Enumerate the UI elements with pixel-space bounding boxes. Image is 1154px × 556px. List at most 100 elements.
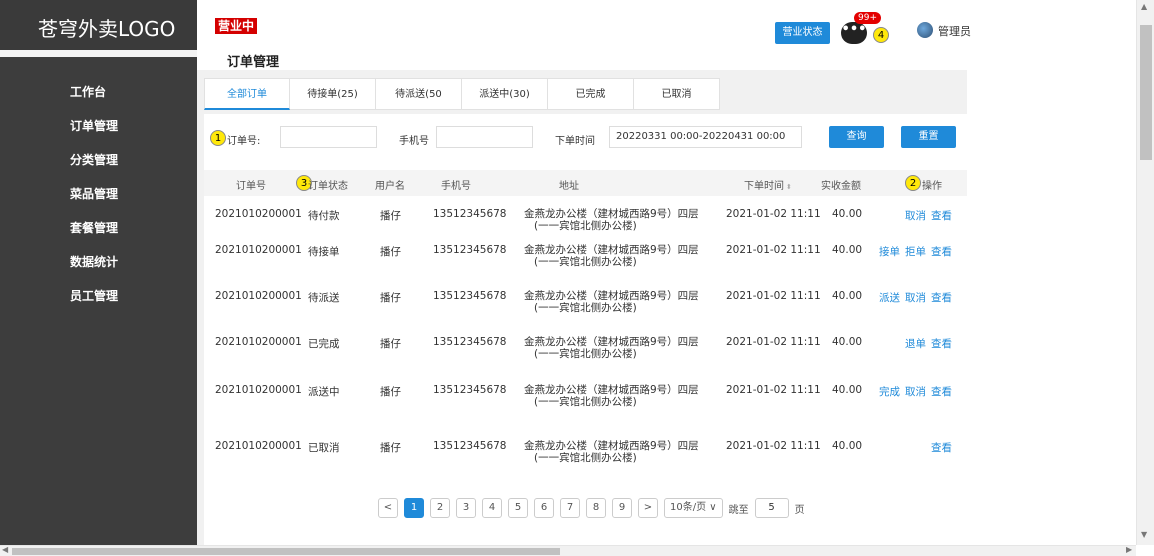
row-actions: 接单 拒单 查看 (852, 244, 952, 259)
view-link[interactable]: 查看 (931, 246, 952, 258)
search-button[interactable]: 查询 (829, 126, 884, 148)
business-status-button[interactable]: 营业状态 (775, 22, 830, 44)
reject-link[interactable]: 拒单 (905, 246, 926, 258)
page-title: 订单管理 (227, 55, 280, 70)
annotation-marker-1: 1 (210, 130, 226, 146)
header-order-time-label: 下单时间 (744, 181, 784, 192)
page-5-button[interactable]: 5 (508, 498, 528, 518)
view-link[interactable]: 查看 (931, 338, 952, 350)
scroll-down-icon[interactable]: ▼ (1141, 530, 1147, 539)
cancel-link[interactable]: 取消 (905, 210, 926, 222)
sidebar-item-setmeals[interactable]: 套餐管理 (0, 211, 197, 245)
scroll-left-icon[interactable]: ◀ (2, 545, 8, 554)
phone-cell: 13512345678 (433, 336, 507, 348)
order-time-range-input[interactable]: 20220331 00:00-20220431 00:00 (609, 126, 802, 148)
next-page-button[interactable]: > (638, 498, 658, 518)
header-username: 用户名 (375, 181, 405, 192)
prev-page-button[interactable]: < (378, 498, 398, 518)
phone-input[interactable] (436, 126, 533, 148)
address-line-1: 金燕龙办公楼（建材城西路9号）四层 (524, 336, 699, 348)
order-status-cell: 待付款 (308, 210, 340, 222)
jump-page-input[interactable]: 5 (754, 498, 789, 518)
tab-cancelled[interactable]: 已取消 (634, 78, 720, 110)
complete-link[interactable]: 完成 (879, 386, 900, 398)
sidebar-item-employees[interactable]: 员工管理 (0, 279, 197, 313)
order-status-cell: 待派送 (308, 292, 340, 304)
scroll-up-icon[interactable]: ▲ (1141, 2, 1147, 11)
address-cell: 金燕龙办公楼（建材城西路9号）四层 (一一宾馆北侧办公楼) (524, 440, 714, 464)
address-line-1: 金燕龙办公楼（建材城西路9号）四层 (524, 244, 699, 256)
scroll-right-icon[interactable]: ▶ (1126, 545, 1132, 554)
business-status-badge: 营业中 (215, 18, 258, 34)
pagination: < 1 2 3 4 5 6 7 8 9 > 10条/页 ∨ 跳至 5 页 (378, 498, 805, 518)
vertical-scrollbar[interactable]: ▲ ▼ (1136, 0, 1154, 545)
logo-divider (0, 50, 197, 57)
app-logo: 苍穹外卖LOGO (0, 0, 197, 50)
page-6-button[interactable]: 6 (534, 498, 554, 518)
reset-button[interactable]: 重置 (901, 126, 956, 148)
order-status-cell: 已取消 (308, 442, 340, 454)
address-cell: 金燕龙办公楼（建材城西路9号）四层 (一一宾馆北侧办公楼) (524, 384, 714, 408)
admin-username[interactable]: 管理员 (938, 23, 971, 39)
accept-link[interactable]: 接单 (879, 246, 900, 258)
horizontal-scroll-thumb[interactable] (12, 548, 560, 555)
cancel-link[interactable]: 取消 (905, 292, 926, 304)
row-actions: 派送 取消 查看 (852, 290, 952, 305)
horizontal-scrollbar[interactable]: ◀ ▶ (0, 545, 1136, 556)
page-size-select[interactable]: 10条/页 ∨ (664, 498, 723, 518)
dispatch-link[interactable]: 派送 (879, 292, 900, 304)
address-line-2: (一一宾馆北侧办公楼) (534, 302, 637, 314)
header-order-no: 订单号 (236, 181, 266, 192)
avatar[interactable] (917, 22, 933, 38)
sidebar-item-dashboard[interactable]: 工作台 (0, 75, 197, 109)
phone-cell: 13512345678 (433, 244, 507, 256)
tab-pending-delivery[interactable]: 待派送(50 (376, 78, 462, 110)
sidebar-item-dishes[interactable]: 菜品管理 (0, 177, 197, 211)
page-7-button[interactable]: 7 (560, 498, 580, 518)
tab-completed[interactable]: 已完成 (548, 78, 634, 110)
order-status-cell: 已完成 (308, 338, 340, 350)
order-time-cell: 2021-01-02 11:11 (726, 336, 821, 348)
main-content: 全部订单 待接单(25) 待派送(50 派送中(30) 已完成 已取消 1 订单… (197, 70, 967, 545)
order-no-input[interactable] (280, 126, 377, 148)
phone-cell: 13512345678 (433, 290, 507, 302)
message-icon[interactable]: ••• (841, 22, 867, 44)
page-8-button[interactable]: 8 (586, 498, 606, 518)
order-no-cell: 2021010200001 (215, 208, 302, 220)
header-order-status: 订单状态 (308, 181, 348, 192)
page-3-button[interactable]: 3 (456, 498, 476, 518)
address-cell: 金燕龙办公楼（建材城西路9号）四层 (一一宾馆北侧办公楼) (524, 244, 714, 268)
sidebar-item-statistics[interactable]: 数据统计 (0, 245, 197, 279)
cancel-link[interactable]: 取消 (905, 386, 926, 398)
header-order-time[interactable]: 下单时间 ⬍ (744, 177, 792, 192)
username-cell: 播仔 (380, 386, 401, 398)
sidebar-item-categories[interactable]: 分类管理 (0, 143, 197, 177)
page-2-button[interactable]: 2 (430, 498, 450, 518)
username-cell: 播仔 (380, 246, 401, 258)
address-line-2: (一一宾馆北侧办公楼) (534, 348, 637, 360)
view-link[interactable]: 查看 (931, 386, 952, 398)
vertical-scroll-thumb[interactable] (1140, 25, 1152, 160)
page-9-button[interactable]: 9 (612, 498, 632, 518)
address-line-2: (一一宾馆北侧办公楼) (534, 396, 637, 408)
order-time-cell: 2021-01-02 11:11 (726, 384, 821, 396)
row-actions: 完成 取消 查看 (852, 384, 952, 399)
view-link[interactable]: 查看 (931, 292, 952, 304)
sort-icon[interactable]: ⬍ (786, 183, 792, 191)
view-link[interactable]: 查看 (931, 210, 952, 222)
sidebar-item-orders[interactable]: 订单管理 (0, 109, 197, 143)
order-no-cell: 2021010200001 (215, 290, 302, 302)
tab-all-orders[interactable]: 全部订单 (204, 78, 290, 110)
view-link[interactable]: 查看 (931, 442, 952, 454)
header-actions: 操作 (922, 181, 942, 192)
table-header: 订单号 3 订单状态 用户名 手机号 地址 下单时间 ⬍ 实收金额 2 操作 (204, 170, 967, 196)
tab-delivering[interactable]: 派送中(30) (462, 78, 548, 110)
orders-panel: 1 订单号: 手机号 下单时间 20220331 00:00-20220431 … (204, 114, 967, 545)
page-1-button[interactable]: 1 (404, 498, 424, 518)
address-line-1: 金燕龙办公楼（建材城西路9号）四层 (524, 290, 699, 302)
row-actions: 查看 (852, 440, 952, 455)
address-line-2: (一一宾馆北侧办公楼) (534, 220, 637, 232)
refund-link[interactable]: 退单 (905, 338, 926, 350)
tab-pending-accept[interactable]: 待接单(25) (290, 78, 376, 110)
page-4-button[interactable]: 4 (482, 498, 502, 518)
